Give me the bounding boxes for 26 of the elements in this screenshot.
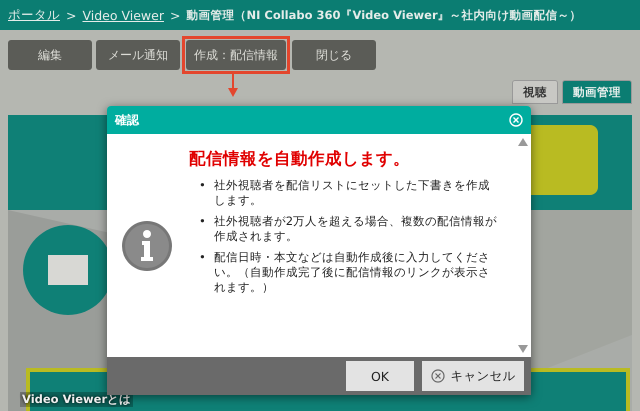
page-title: 動画管理（NI Collabo 360『Video Viewer』～社内向け動画配信～） [186,8,582,22]
dialog-heading: 配信情報を自動作成します。 [189,148,411,170]
cancel-button[interactable]: キャンセル [422,361,524,391]
ok-button[interactable]: OK [346,361,414,391]
toolbar-button[interactable]: メール通知 [96,40,180,70]
toolbar-button[interactable]: 編集 [8,40,92,70]
bullet-text: 社外視聴者が2万人を超える場合、複数の配信情報が作成されます。 [214,214,498,244]
breadcrumb-separator: > [170,8,180,22]
breadcrumb-link[interactable]: Video Viewer [82,8,164,22]
scroll-down-icon[interactable] [518,345,528,353]
breadcrumb-separator: > [66,8,76,22]
bullet-marker: • [199,214,206,230]
breadcrumb-link[interactable]: ポータル [8,6,60,24]
close-icon[interactable] [509,113,523,127]
scroll-up-icon[interactable] [518,138,528,146]
dialog-title: 確認 [115,112,139,128]
bullet-text: 社外視聴者を配信リストにセットした下書きを作成します。 [214,178,491,208]
bullet-marker: • [199,250,206,266]
toolbar-button[interactable]: 閉じる [292,40,376,70]
view-tab[interactable]: 視聴 [512,80,558,104]
bullet-text: 配信日時・本文などは自動作成後に入力してください。（自動作成完了後に配信情報のリンクが表示されます。） [214,250,491,295]
info-icon [121,220,173,272]
close-icon [430,369,444,383]
toolbar-button[interactable]: 作成：配信情報 [186,40,286,70]
view-tab[interactable]: 動画管理 [562,80,632,104]
bullet-marker: • [199,178,206,194]
